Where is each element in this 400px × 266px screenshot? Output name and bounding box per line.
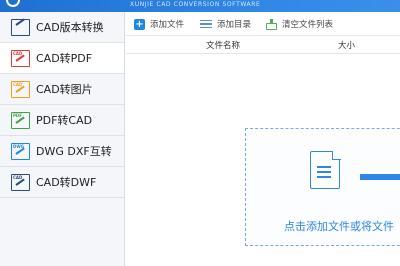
list-icon: [200, 19, 212, 29]
pdf-to-cad-icon: PDF: [11, 111, 30, 129]
sidebar-item-dwg-dxf-convert[interactable]: DWG DWG DXF互转: [0, 136, 124, 167]
app-header: XUNJIE CAD CONVERSION SOFTWARE: [0, 0, 400, 12]
sidebar-item-label: PDF转CAD: [36, 114, 93, 127]
file-drop-zone[interactable]: 点击添加文件或将文件: [245, 128, 400, 246]
dwg-dxf-convert-icon: DWG: [11, 142, 30, 160]
document-icon: [310, 150, 341, 189]
sidebar-item-cad-version-convert[interactable]: CAD版本转换: [0, 12, 124, 43]
toolbar: + 添加文件 添加目录 清空文件列表: [126, 12, 400, 36]
sidebar-item-cad-to-image[interactable]: CAD CAD转图片: [0, 74, 124, 105]
clear-list-label: 清空文件列表: [282, 20, 334, 30]
cad-to-dwf-icon: CAD: [11, 173, 30, 191]
column-header-size[interactable]: 大小: [338, 39, 355, 51]
cad-version-convert-icon: [11, 17, 30, 36]
cad-to-pdf-icon: CAD: [11, 49, 30, 67]
sidebar-item-label: DWG DXF互转: [36, 145, 112, 158]
column-header-file-name[interactable]: 文件名称: [206, 39, 240, 51]
sidebar-item-label: CAD转PDF: [36, 52, 93, 65]
sidebar-item-label: CAD版本转换: [36, 21, 104, 34]
clear-list-button[interactable]: 清空文件列表: [266, 17, 333, 31]
add-folder-label: 添加目录: [217, 20, 252, 30]
plus-icon: +: [134, 18, 145, 30]
sidebar-item-cad-to-dwf[interactable]: CAD CAD转DWF: [0, 167, 124, 198]
app-logo-icon: [6, 0, 20, 7]
add-file-label: 添加文件: [150, 20, 185, 30]
sidebar-item-label: CAD转DWF: [36, 176, 97, 189]
file-list-header: 文件名称 大小: [126, 36, 400, 54]
file-list-area: 点击添加文件或将文件: [126, 54, 400, 266]
drop-zone-text: 点击添加文件或将文件: [284, 220, 394, 233]
add-file-button[interactable]: + 添加文件: [134, 17, 184, 31]
sidebar: CAD版本转换 CAD CAD转PDF CAD CAD转图片 PDF PDF转C…: [0, 12, 125, 266]
sidebar-item-cad-to-pdf[interactable]: CAD CAD转PDF: [0, 43, 124, 74]
app-subtitle: XUNJIE CAD CONVERSION SOFTWARE: [130, 1, 261, 8]
broom-icon: [266, 18, 277, 30]
cad-to-image-icon: CAD: [11, 80, 30, 98]
add-folder-button[interactable]: 添加目录: [200, 17, 251, 31]
sidebar-item-label: CAD转图片: [36, 83, 93, 96]
sidebar-item-pdf-to-cad[interactable]: PDF PDF转CAD: [0, 105, 124, 136]
arrow-right-icon: [360, 174, 400, 180]
